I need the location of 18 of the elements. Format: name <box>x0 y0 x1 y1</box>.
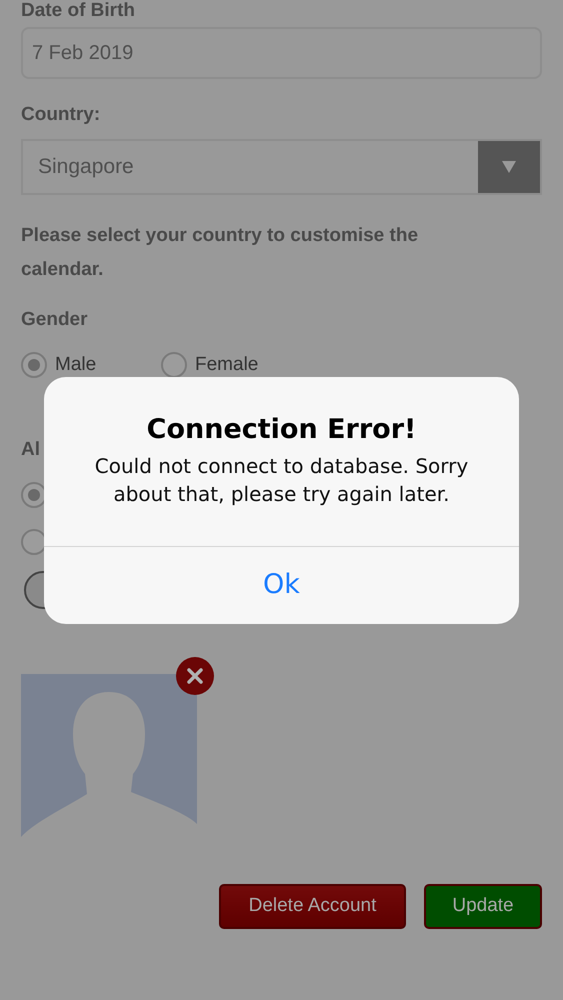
ok-button[interactable]: Ok <box>44 547 519 624</box>
update-button[interactable]: Update <box>424 884 542 928</box>
date-field[interactable]: 7 Feb 2019 <box>21 27 542 79</box>
field-label: Gender <box>21 308 88 332</box>
radio-label: Female <box>195 353 258 377</box>
field-label: Country: <box>21 103 102 127</box>
alert-title: Connection Error! <box>146 414 416 446</box>
alert-message: Could not connect to database. Sorry about that, please try again later. <box>94 453 470 508</box>
radio-button[interactable] <box>21 352 47 378</box>
section-label: Al <box>21 438 40 462</box>
radio-button[interactable] <box>161 352 187 378</box>
help-text: Please select your country to customise the calendar. <box>21 224 420 282</box>
delete-account-button[interactable]: Delete Account <box>219 884 406 928</box>
remove-icon[interactable] <box>176 656 214 694</box>
dropdown-arrow-icon <box>502 161 516 173</box>
country-select[interactable]: Singapore <box>21 139 542 195</box>
radio-label: Male <box>55 353 96 377</box>
field-label: Date of Birth <box>21 0 135 22</box>
